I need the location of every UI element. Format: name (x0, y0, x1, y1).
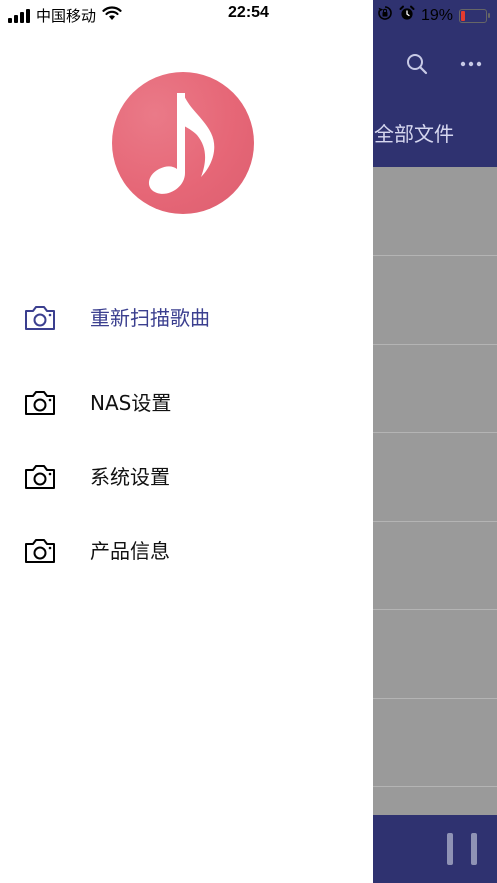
camera-icon (23, 537, 57, 565)
rotation-lock-icon (377, 5, 393, 26)
more-icon[interactable] (457, 50, 485, 78)
menu-item-label: 产品信息 (90, 539, 170, 563)
menu-item-label: NAS设置 (90, 391, 172, 415)
menu-item-nas-settings[interactable]: NAS设置 (0, 373, 373, 433)
menu-item-label: 系统设置 (90, 465, 170, 489)
camera-icon (23, 463, 57, 491)
menu-item-product-info[interactable]: 产品信息 (0, 521, 373, 581)
menu-item-rescan-songs[interactable]: 重新扫描歌曲 (0, 288, 373, 348)
menu-item-label: 重新扫描歌曲 (90, 306, 210, 330)
menu-item-system-settings[interactable]: 系统设置 (0, 447, 373, 507)
status-right: 19% (377, 5, 490, 26)
header-actions (403, 46, 485, 82)
battery-icon (459, 8, 490, 23)
battery-percent: 19% (420, 6, 453, 24)
search-icon[interactable] (403, 50, 431, 78)
camera-icon (23, 304, 57, 332)
alarm-icon (399, 5, 415, 26)
status-bar: 中国移动 22:54 19% (0, 0, 497, 28)
music-note-icon (112, 72, 254, 214)
side-drawer: 重新扫描歌曲 NAS设置 系统设置 产品信息 (0, 0, 373, 883)
tab-all-files[interactable]: 全部文件 (374, 118, 454, 147)
pause-icon[interactable] (447, 833, 477, 865)
camera-icon (23, 389, 57, 417)
